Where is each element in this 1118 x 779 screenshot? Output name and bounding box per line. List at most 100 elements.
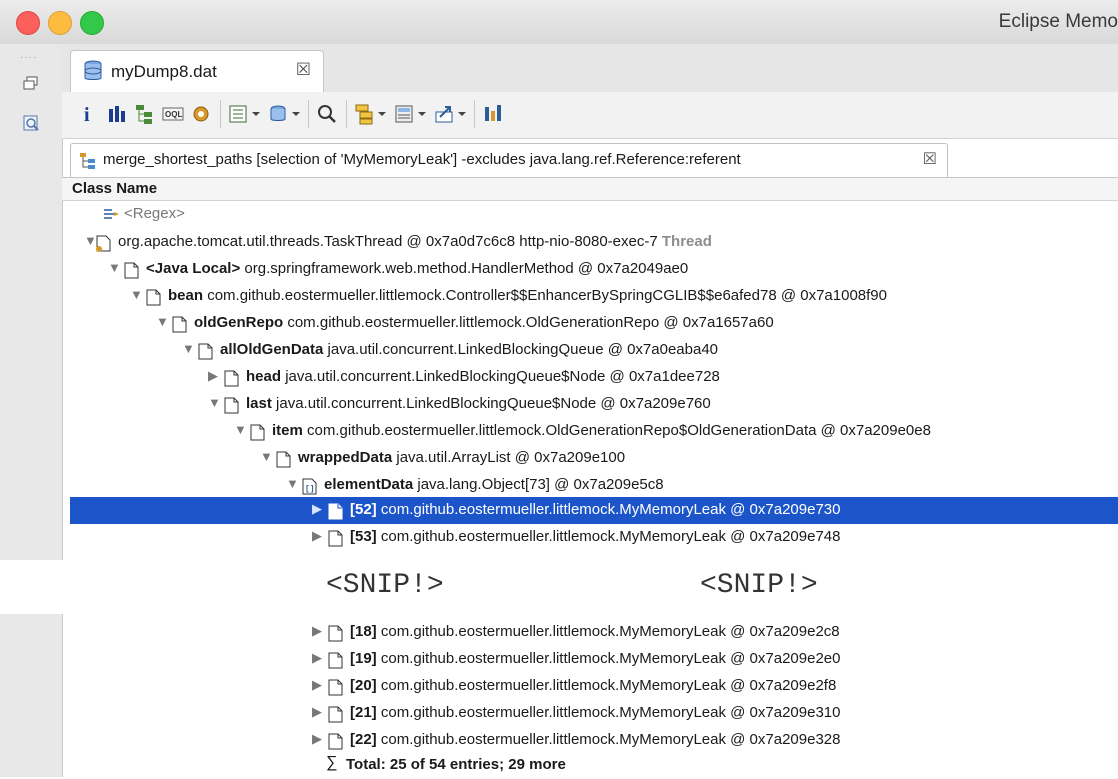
expand-arrow-icon[interactable]: ▶: [312, 650, 322, 666]
group-by-dropdown-icon[interactable]: [354, 103, 388, 125]
expand-arrow-icon[interactable]: ▼: [260, 449, 273, 464]
tree-row[interactable]: ▼ last java.util.concurrent.LinkedBlocki…: [70, 391, 1118, 418]
histogram-icon[interactable]: [106, 103, 128, 125]
tree-row[interactable]: ▶ [22] com.github.eostermueller.littlemo…: [70, 727, 1118, 754]
expand-arrow-icon[interactable]: ▶: [208, 368, 218, 384]
expand-arrow-icon[interactable]: ▼: [286, 476, 299, 491]
row-class: org.springframework.web.method.HandlerMe…: [244, 260, 689, 277]
tree-row[interactable]: ▼ wrappedData java.util.ArrayList @ 0x7a…: [70, 445, 1118, 472]
tree-row-selected[interactable]: ▶ [52] com.github.eostermueller.littlemo…: [70, 497, 1118, 524]
object-icon: [224, 397, 239, 414]
drag-handle-icon[interactable]: ····: [20, 52, 37, 63]
row-class: com.github.eostermueller.littlemock.MyMe…: [380, 528, 841, 545]
tree-row[interactable]: ▶ [18] com.github.eostermueller.littlemo…: [70, 619, 1118, 646]
panel-tab-label: merge_shortest_paths [selection of 'MyMe…: [103, 151, 741, 168]
title-bar: Eclipse Memo: [0, 0, 1118, 45]
toolbar: i OQL: [62, 92, 1118, 139]
array-object-icon: []: [302, 478, 317, 495]
regex-input[interactable]: <Regex>: [124, 205, 185, 222]
window-title: Eclipse Memo: [998, 11, 1118, 32]
export-dropdown-icon[interactable]: [434, 103, 468, 125]
info-icon[interactable]: i: [78, 103, 100, 125]
restore-icon[interactable]: [22, 74, 40, 92]
svg-text:i: i: [84, 104, 90, 125]
tree-row[interactable]: ▼ <Java Local> org.springframework.web.m…: [70, 256, 1118, 283]
expand-arrow-icon[interactable]: ▶: [312, 623, 322, 639]
dominator-tree-icon[interactable]: [134, 103, 156, 125]
expand-arrow-icon[interactable]: ▶: [312, 677, 322, 693]
close-tab-icon[interactable]: ☒: [296, 60, 311, 80]
row-class: java.util.concurrent.LinkedBlockingQueue…: [276, 395, 711, 412]
expand-arrow-icon[interactable]: ▶: [312, 501, 322, 517]
total-row[interactable]: ∑ Total: 25 of 54 entries; 29 more: [70, 752, 1118, 779]
search-icon[interactable]: [316, 103, 338, 125]
expand-arrow-icon[interactable]: ▼: [130, 287, 143, 302]
tree-row[interactable]: ▶ [21] com.github.eostermueller.littlemo…: [70, 700, 1118, 727]
tree-row[interactable]: ▼ bean com.github.eostermueller.littlemo…: [70, 283, 1118, 310]
expand-arrow-icon[interactable]: ▼: [156, 314, 169, 329]
snip-divider: <SNIP!> <SNIP!>: [0, 560, 1118, 614]
maximize-window-button[interactable]: [80, 11, 104, 35]
row-class: com.github.eostermueller.littlemock.MyMe…: [380, 650, 841, 667]
expand-arrow-icon[interactable]: ▶: [312, 731, 322, 747]
tree-row[interactable]: ▶ [20] com.github.eostermueller.littlemo…: [70, 673, 1118, 700]
object-tree: <Regex> ▼ org.apache.tomcat.util.threads…: [62, 199, 1118, 777]
expand-arrow-icon[interactable]: ▼: [182, 341, 195, 356]
field-name: bean: [168, 287, 204, 304]
svg-text:[]: []: [305, 485, 315, 494]
editor-tab-bar: myDump8.dat ☒: [62, 44, 1118, 93]
tree-row[interactable]: ▼ oldGenRepo com.github.eostermueller.li…: [70, 310, 1118, 337]
expand-arrow-icon[interactable]: ▼: [208, 395, 221, 410]
close-panel-icon[interactable]: ☒: [923, 149, 937, 169]
expand-arrow-icon[interactable]: ▶: [312, 704, 322, 720]
row-class: com.github.eostermueller.littlemock.MyMe…: [380, 704, 841, 721]
field-name: [53]: [350, 528, 377, 545]
close-window-button[interactable]: [16, 11, 40, 35]
thread-object-icon: [96, 235, 111, 252]
object-icon: [276, 451, 291, 468]
compare-icon[interactable]: [482, 103, 504, 125]
field-name: item: [272, 422, 303, 439]
expand-arrow-icon[interactable]: ▼: [234, 422, 247, 437]
tree-row[interactable]: ▼ allOldGenData java.util.concurrent.Lin…: [70, 337, 1118, 364]
regex-filter-icon: [104, 209, 119, 219]
left-trim-bar-lower: [0, 614, 63, 777]
oql-icon[interactable]: OQL: [162, 103, 184, 125]
expand-arrow-icon[interactable]: ▶: [312, 528, 322, 544]
object-icon: [124, 262, 139, 279]
row-class: java.lang.Object[73] @ 0x7a209e5c8: [417, 476, 664, 493]
snip-label-right: <SNIP!>: [700, 570, 818, 601]
object-icon: [328, 679, 343, 696]
column-header-class-name[interactable]: Class Name: [62, 177, 1118, 201]
paths-icon: [80, 153, 95, 169]
gear-icon[interactable]: [190, 103, 212, 125]
regex-filter-row[interactable]: <Regex>: [70, 201, 1118, 228]
object-icon: [328, 503, 343, 520]
tab-mydump8[interactable]: myDump8.dat ☒: [70, 50, 324, 93]
calculator-dropdown-icon[interactable]: [394, 103, 428, 125]
row-class: com.github.eostermueller.littlemock.MyMe…: [380, 677, 837, 694]
object-icon: [250, 424, 265, 441]
inspector-view-icon[interactable]: [22, 114, 40, 132]
reports-dropdown-icon[interactable]: [228, 103, 262, 125]
query-browser-dropdown-icon[interactable]: [268, 103, 302, 125]
field-name: oldGenRepo: [194, 314, 284, 331]
tree-row[interactable]: ▶ head java.util.concurrent.LinkedBlocki…: [70, 364, 1118, 391]
row-class: com.github.eostermueller.littlemock.OldG…: [307, 422, 931, 439]
tree-row[interactable]: ▼ [] elementData java.lang.Object[73] @ …: [70, 472, 1118, 499]
field-name: <Java Local>: [146, 260, 241, 277]
snip-label-left: <SNIP!>: [326, 570, 444, 601]
tree-row[interactable]: ▼ item com.github.eostermueller.littlemo…: [70, 418, 1118, 445]
field-name: [20]: [350, 677, 377, 694]
row-class: com.github.eostermueller.littlemock.MyMe…: [380, 623, 840, 640]
minimize-window-button[interactable]: [48, 11, 72, 35]
svg-text:OQL: OQL: [165, 110, 182, 119]
tab-merge-shortest-paths[interactable]: merge_shortest_paths [selection of 'MyMe…: [70, 143, 948, 178]
field-name: head: [246, 368, 282, 385]
expand-arrow-icon[interactable]: ▼: [108, 260, 121, 275]
tree-row[interactable]: ▶ [19] com.github.eostermueller.littlemo…: [70, 646, 1118, 673]
heap-dump-icon: [84, 60, 102, 80]
row-class: com.github.eostermueller.littlemock.OldG…: [287, 314, 774, 331]
tree-row[interactable]: ▶ [53] com.github.eostermueller.littlemo…: [70, 524, 1118, 551]
tree-row[interactable]: ▼ org.apache.tomcat.util.threads.TaskThr…: [70, 229, 1118, 256]
